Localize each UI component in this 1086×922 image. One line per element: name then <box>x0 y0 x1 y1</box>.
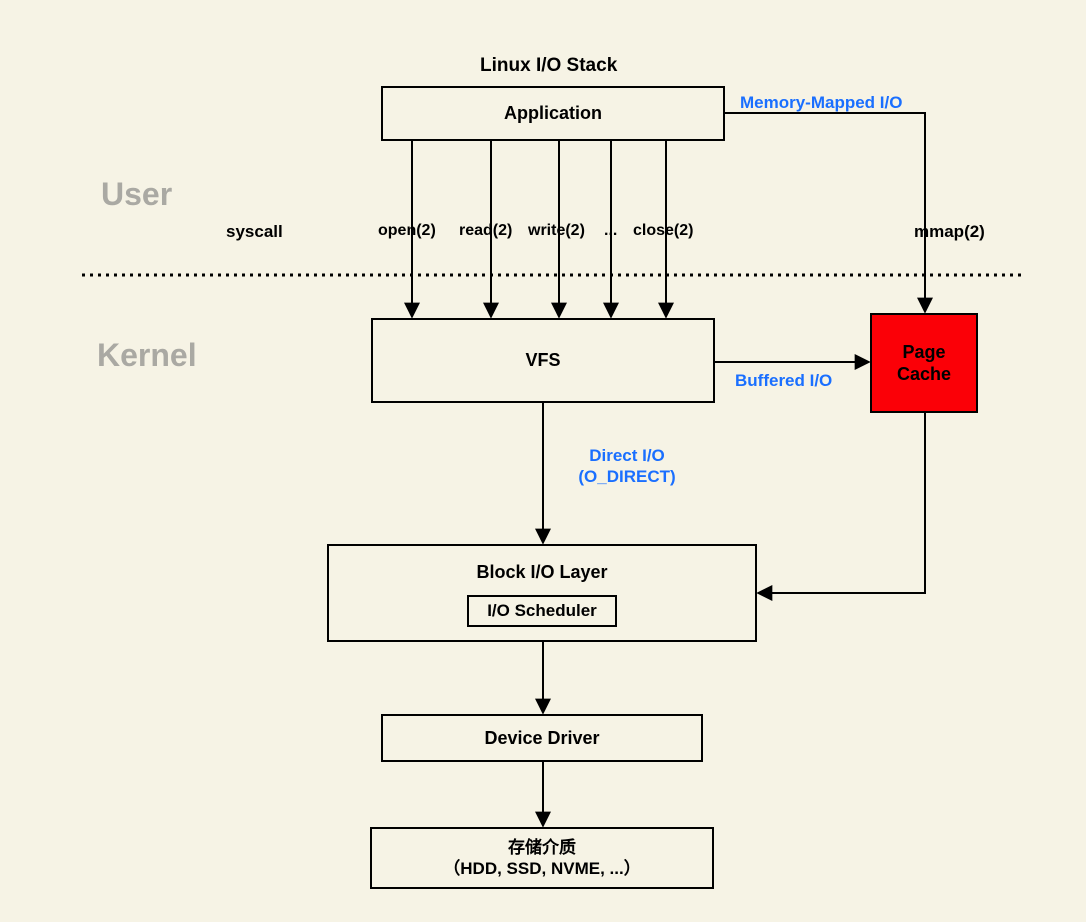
box-page-cache-line2: Cache <box>897 363 951 386</box>
box-block-layer: Block I/O Layer I/O Scheduler <box>327 544 757 642</box>
box-storage-line2: （HDD, SSD, NVME, ...） <box>443 858 640 879</box>
box-block-layer-label: Block I/O Layer <box>476 562 607 583</box>
box-application-label: Application <box>504 103 602 124</box>
section-user-label: User <box>101 176 172 213</box>
box-device-driver-label: Device Driver <box>484 728 599 749</box>
box-page-cache-line1: Page <box>902 341 945 364</box>
box-application: Application <box>381 86 725 141</box>
section-kernel-label: Kernel <box>97 337 197 374</box>
label-write: write(2) <box>528 222 585 240</box>
box-io-scheduler-label: I/O Scheduler <box>487 601 597 620</box>
box-vfs: VFS <box>371 318 715 403</box>
box-device-driver: Device Driver <box>381 714 703 762</box>
box-io-scheduler: I/O Scheduler <box>467 595 617 627</box>
label-mmap: mmap(2) <box>914 222 985 242</box>
box-storage: 存储介质 （HDD, SSD, NVME, ...） <box>370 827 714 889</box>
label-direct-line2: (O_DIRECT) <box>578 466 675 487</box>
label-buffered: Buffered I/O <box>735 371 832 391</box>
box-vfs-label: VFS <box>525 350 560 371</box>
label-direct: Direct I/O (O_DIRECT) <box>562 445 692 488</box>
label-memory-mapped: Memory-Mapped I/O <box>740 93 902 113</box>
box-page-cache: Page Cache <box>870 313 978 413</box>
diagram-canvas: Linux I/O Stack User Kernel Application … <box>0 0 1086 922</box>
label-dots: ... <box>604 222 617 240</box>
label-direct-line1: Direct I/O <box>589 445 665 466</box>
label-open: open(2) <box>378 222 436 240</box>
arrow-pagecache-block <box>759 413 925 593</box>
label-syscall: syscall <box>226 222 283 242</box>
box-storage-line1: 存储介质 <box>508 837 576 858</box>
label-read: read(2) <box>459 222 512 240</box>
label-close: close(2) <box>633 222 693 240</box>
diagram-title: Linux I/O Stack <box>480 55 617 77</box>
arrow-mmap <box>725 113 925 311</box>
